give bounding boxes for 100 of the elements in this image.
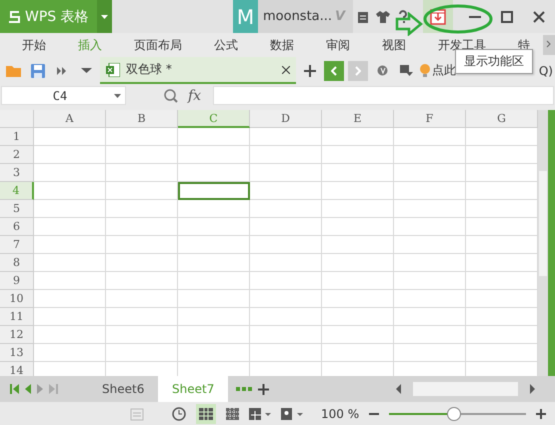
grid-cell[interactable]	[34, 218, 106, 236]
grid-cell[interactable]	[250, 182, 322, 200]
column-header[interactable]: D	[250, 110, 322, 128]
row-header[interactable]: 1	[0, 128, 34, 146]
protect-icon[interactable]	[281, 408, 303, 420]
command-search[interactable]: 点此	[420, 62, 456, 79]
grid-cell[interactable]	[322, 200, 394, 218]
grid-cell[interactable]	[34, 128, 106, 146]
formula-input[interactable]	[213, 86, 554, 105]
grid-cell[interactable]	[322, 218, 394, 236]
normal-view-button[interactable]	[196, 404, 216, 424]
grid-cell[interactable]	[106, 164, 178, 182]
grid-cell[interactable]	[34, 200, 106, 218]
grid-cell[interactable]	[394, 344, 466, 362]
row-header[interactable]: 3	[0, 164, 34, 182]
grid-cell[interactable]	[322, 164, 394, 182]
grid-cell[interactable]	[394, 164, 466, 182]
grid-cell[interactable]	[34, 182, 106, 200]
grid-cell[interactable]	[106, 200, 178, 218]
grid-cell[interactable]	[322, 254, 394, 272]
save-button[interactable]	[28, 64, 48, 78]
grid-cell[interactable]	[322, 344, 394, 362]
grid-cell[interactable]	[178, 146, 250, 164]
grid-cell[interactable]	[106, 254, 178, 272]
sheet-tab[interactable]: Sheet7	[158, 376, 228, 402]
grid-cell[interactable]	[106, 290, 178, 308]
side-panel-handle[interactable]	[548, 110, 555, 376]
row-header[interactable]: 10	[0, 290, 34, 308]
grid-cell[interactable]	[178, 218, 250, 236]
grid-cell[interactable]	[178, 200, 250, 218]
menu-tab[interactable]: 公式	[214, 36, 238, 54]
grid-cell[interactable]	[34, 254, 106, 272]
grid-cell[interactable]	[322, 290, 394, 308]
row-header[interactable]: 7	[0, 236, 34, 254]
open-button[interactable]	[4, 64, 24, 77]
add-sheet-icon[interactable]	[258, 384, 269, 395]
account-button[interactable]: moonsta... V	[258, 0, 353, 33]
grid-cell[interactable]	[250, 146, 322, 164]
row-header[interactable]: 5	[0, 200, 34, 218]
menu-tab[interactable]: 视图	[382, 36, 406, 54]
next-sheet-icon[interactable]	[37, 384, 43, 394]
name-box[interactable]: C4	[1, 86, 126, 105]
vertical-scrollbar[interactable]	[538, 110, 548, 376]
grid-cell[interactable]	[250, 272, 322, 290]
list-icon[interactable]	[130, 406, 144, 420]
scroll-left-icon[interactable]	[396, 384, 401, 394]
insert-function-button[interactable]: fx	[188, 88, 202, 104]
grid-cell[interactable]	[250, 344, 322, 362]
grid-cell[interactable]	[34, 164, 106, 182]
grid-cell[interactable]	[250, 218, 322, 236]
grid-cell[interactable]	[322, 182, 394, 200]
select-all-corner[interactable]	[0, 110, 34, 128]
menu-tab[interactable]: 页面布局	[134, 36, 182, 54]
first-sheet-icon[interactable]	[10, 384, 19, 394]
row-header[interactable]: 14	[0, 362, 34, 376]
grid-cell[interactable]	[106, 146, 178, 164]
previous-sheet-icon[interactable]	[25, 384, 31, 394]
grid-cell[interactable]	[178, 290, 250, 308]
grid-cell[interactable]	[106, 272, 178, 290]
grid-cell[interactable]	[34, 146, 106, 164]
grid-cell[interactable]	[34, 344, 106, 362]
grid-cell[interactable]	[394, 218, 466, 236]
grid-cell[interactable]	[106, 128, 178, 146]
grid-cell[interactable]	[250, 290, 322, 308]
grid-cell[interactable]	[322, 146, 394, 164]
grid-cell[interactable]	[250, 128, 322, 146]
grid-cell[interactable]	[106, 236, 178, 254]
row-header[interactable]: 2	[0, 146, 34, 164]
grid-cell[interactable]	[394, 272, 466, 290]
grid-cell[interactable]	[322, 236, 394, 254]
history-icon[interactable]	[172, 406, 186, 420]
grid-cell[interactable]	[394, 128, 466, 146]
grid-cell[interactable]	[34, 236, 106, 254]
column-header[interactable]: G	[466, 110, 538, 128]
menu-tab[interactable]: 审阅	[326, 36, 350, 54]
row-header[interactable]: 9	[0, 272, 34, 290]
freeze-pane-icon[interactable]	[249, 408, 271, 420]
grid-cell[interactable]	[106, 308, 178, 326]
grid-cell[interactable]	[250, 164, 322, 182]
grid-cell[interactable]	[394, 326, 466, 344]
more-sheets-icon[interactable]	[236, 387, 252, 391]
grid-cell[interactable]	[322, 272, 394, 290]
column-header[interactable]: F	[394, 110, 466, 128]
grid-cell[interactable]	[394, 290, 466, 308]
grid-cell[interactable]	[250, 326, 322, 344]
row-header[interactable]: 6	[0, 218, 34, 236]
grid-cell[interactable]	[106, 182, 178, 200]
grid-cell[interactable]	[394, 236, 466, 254]
grid-cell[interactable]	[106, 344, 178, 362]
grid-cell[interactable]	[322, 326, 394, 344]
zoom-in-icon[interactable]	[536, 408, 546, 418]
document-tab[interactable]: 双色球 *	[100, 57, 296, 84]
grid-cell[interactable]	[178, 308, 250, 326]
column-header[interactable]: A	[34, 110, 106, 128]
row-header[interactable]: 12	[0, 326, 34, 344]
grid-cell[interactable]	[178, 236, 250, 254]
column-header[interactable]: E	[322, 110, 394, 128]
grid-cell[interactable]	[178, 164, 250, 182]
row-header[interactable]: 11	[0, 308, 34, 326]
row-header[interactable]: 13	[0, 344, 34, 362]
